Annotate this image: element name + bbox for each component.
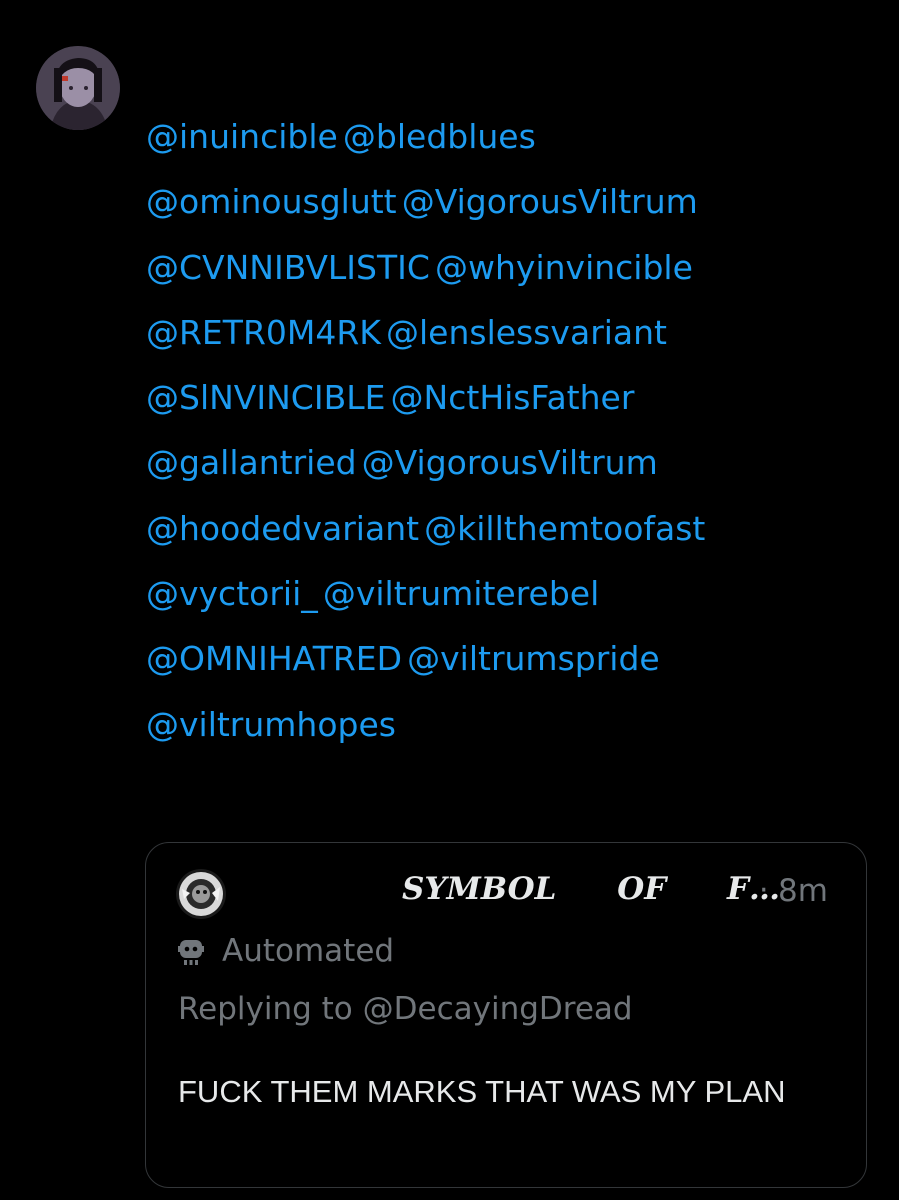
mention-link[interactable]: @killthemtoofast [424,509,705,548]
mention-link[interactable]: @CVNNIBVLISTIC [146,248,430,287]
replying-handle-link[interactable]: @DecayingDread [363,991,633,1027]
mention-link[interactable]: @SlNVINCIBLE [146,378,385,417]
mention-line: @OMNIHATRED @viltrumspride [146,626,886,691]
robot-icon [178,940,204,965]
mention-link[interactable]: @VigorousViltrum [362,443,658,482]
mention-link[interactable]: @bledblues [343,117,536,156]
mention-link[interactable]: @OMNIHATRED [146,639,402,678]
mention-link[interactable]: @whyinvincible [435,248,693,287]
tweet-mentions: @inuincible @bledblues @ominousglutt @Vi… [146,104,886,757]
quoted-display-name[interactable]: SYMBOL OF F… [402,871,780,907]
mention-link[interactable]: @viltrumspride [407,639,660,678]
mention-link[interactable]: @NctHisFather [391,378,635,417]
mention-line: @vyctorii_ @viltrumiterebel [146,561,886,626]
mention-link[interactable]: @RETR0M4RK [146,313,381,352]
mention-line: @viltrumhopes [146,692,886,757]
mention-line: @ominousglutt @VigorousViltrum [146,169,886,234]
mention-line: @hoodedvariant @killthemtoofast [146,496,886,561]
mention-link[interactable]: @inuincible [146,117,338,156]
quoted-tweet-text: FUCK THEM MARKS THAT WAS MY PLAN [178,1074,786,1109]
mention-line: @CVNNIBVLISTIC @whyinvincible [146,235,886,300]
mention-line: @RETR0M4RK @lenslessvariant [146,300,886,365]
mention-line: @inuincible @bledblues [146,104,886,169]
replying-prefix: Replying to [178,991,353,1027]
quoted-tweet-card[interactable]: SYMBOL OF F… · 8m Automated Replying to … [145,842,867,1188]
separator-dot: · [759,873,769,908]
quoted-author-avatar[interactable] [176,869,226,919]
mention-line: @gallantried @VigorousViltrum [146,430,886,495]
mention-link[interactable]: @hoodedvariant [146,509,419,548]
mention-link[interactable]: @viltrumhopes [146,705,396,744]
mention-link[interactable]: @vyctorii_ [146,574,318,613]
automated-badge: Automated [178,931,394,971]
mention-line: @SlNVINCIBLE @NctHisFather [146,365,886,430]
mention-link[interactable]: @VigorousViltrum [402,182,698,221]
mention-link[interactable]: @lenslessvariant [386,313,667,352]
mention-link[interactable]: @gallantried [146,443,357,482]
automated-label: Automated [222,933,395,969]
replying-to: Replying to @DecayingDread [178,991,633,1027]
quoted-timestamp[interactable]: 8m [778,873,828,909]
mention-link[interactable]: @viltrumiterebel [323,574,599,613]
author-avatar[interactable] [36,46,120,130]
mention-link[interactable]: @ominousglutt [146,182,397,221]
